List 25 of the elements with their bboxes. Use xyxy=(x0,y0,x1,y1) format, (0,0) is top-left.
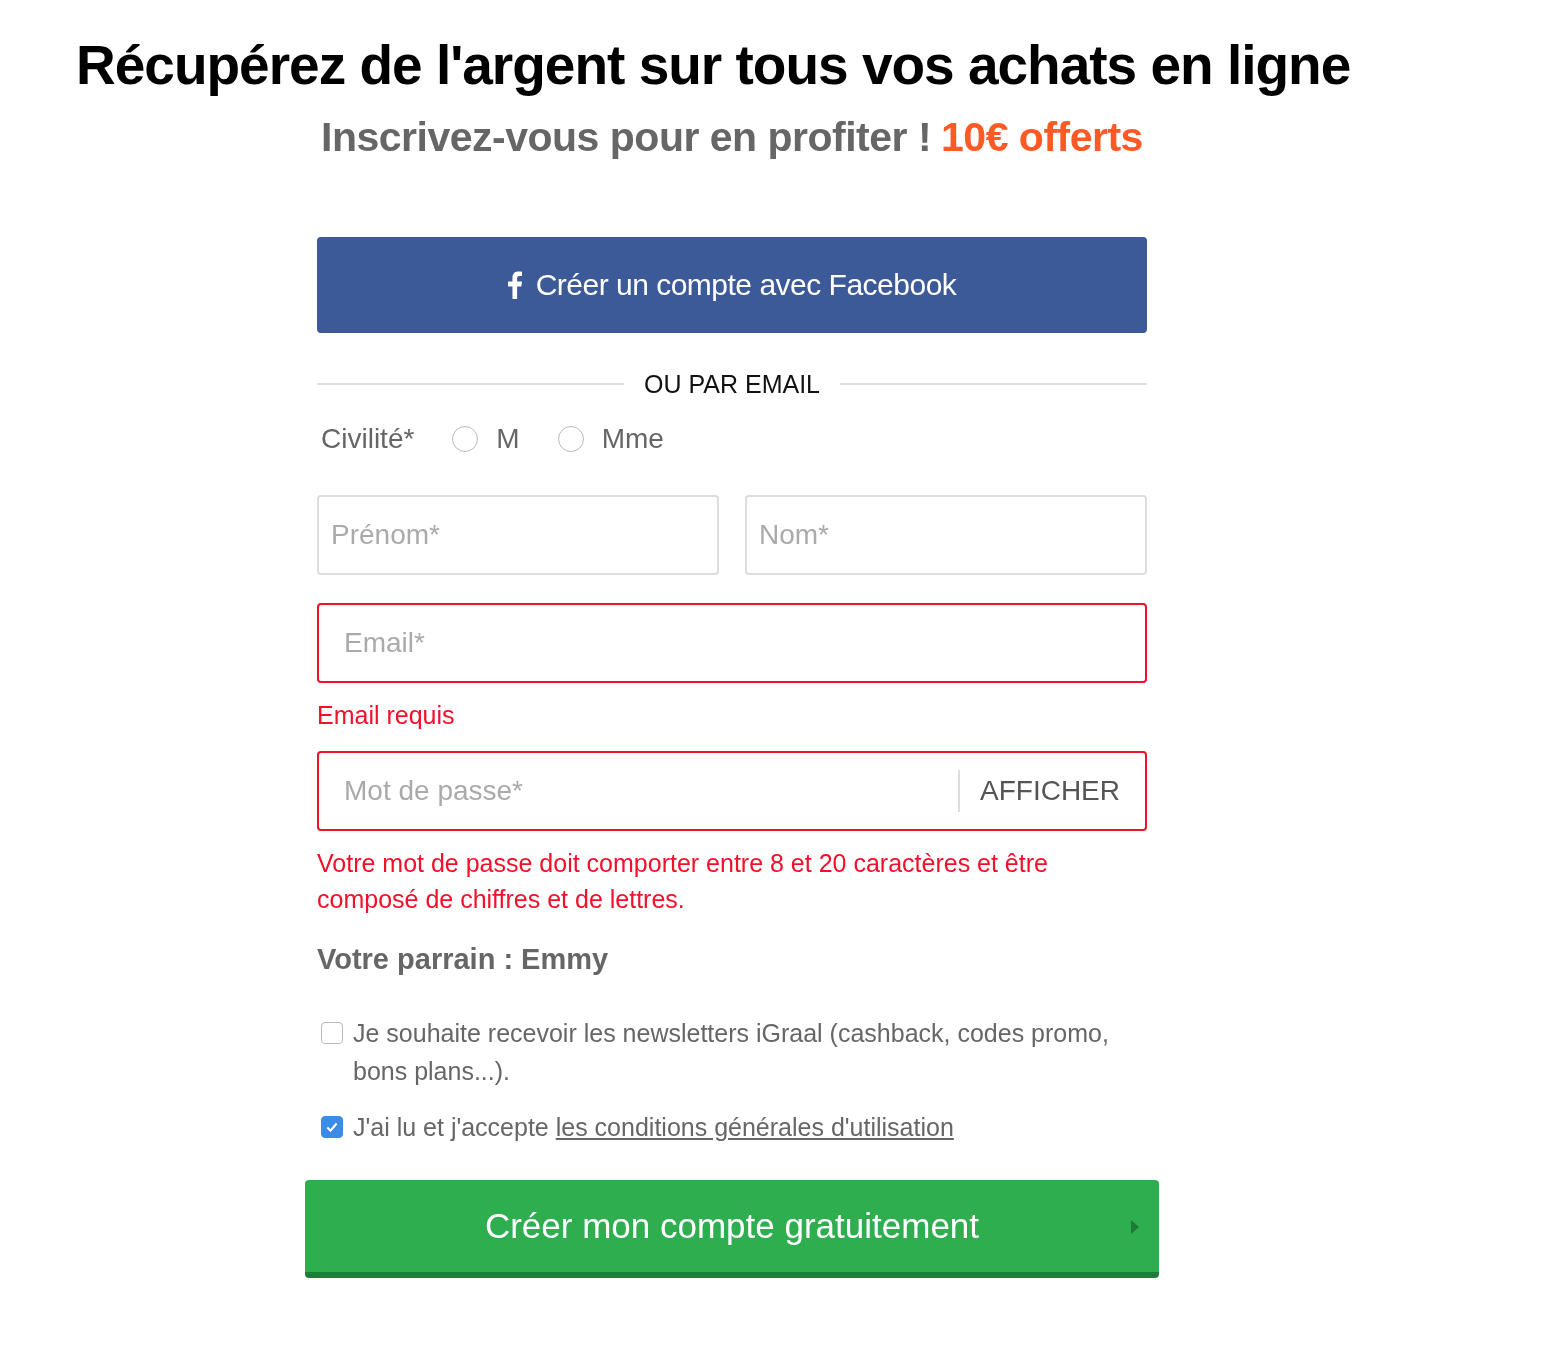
page-heading: Récupérez de l'argent sur tous vos achats en ligne xyxy=(76,33,1352,98)
create-account-button[interactable]: Créer mon compte gratuitement xyxy=(305,1180,1159,1278)
consent-text: J'ai lu et j'accepte les conditions générales d'utilisation xyxy=(353,1112,954,1143)
checkbox[interactable] xyxy=(321,1116,343,1138)
terms-link[interactable]: les conditions générales d'utilisation xyxy=(555,1113,954,1141)
checkbox[interactable] xyxy=(321,1022,343,1044)
facebook-button[interactable]: Créer un compte avec Facebook xyxy=(317,237,1147,333)
civility-label: Civilité* xyxy=(321,423,415,455)
error-message: Votre mot de passe doit comporter entre 8 et 20 caractères et être composé de chiffres et de lettres. xyxy=(317,848,1049,915)
email-field[interactable]: Email* xyxy=(317,603,1147,683)
subheading: Inscrivez-vous pour en profiter ! xyxy=(321,114,932,160)
password-field[interactable]: Mot de passe* AFFICHER xyxy=(317,751,1147,831)
radio-label[interactable]: Mme xyxy=(601,423,664,455)
caret-icon xyxy=(1131,1220,1139,1234)
offer-highlight: 10€ offerts xyxy=(941,114,1143,160)
text-field[interactable]: Nom* xyxy=(745,495,1147,575)
error-message: Email requis xyxy=(317,700,456,731)
sponsor-text: Votre parrain : Emmy xyxy=(317,943,610,976)
facebook-icon xyxy=(507,270,522,300)
show-password-button[interactable]: AFFICHER xyxy=(958,770,1145,812)
divider-label: OU PAR EMAIL xyxy=(644,369,820,399)
check-icon xyxy=(325,1120,339,1134)
consent-text: Je souhaite recevoir les newsletters iGraal (cashback, codes promo, bons plans...). xyxy=(353,1018,1110,1087)
text-field[interactable]: Prénom* xyxy=(317,495,719,575)
radio-label[interactable]: M xyxy=(496,423,520,455)
